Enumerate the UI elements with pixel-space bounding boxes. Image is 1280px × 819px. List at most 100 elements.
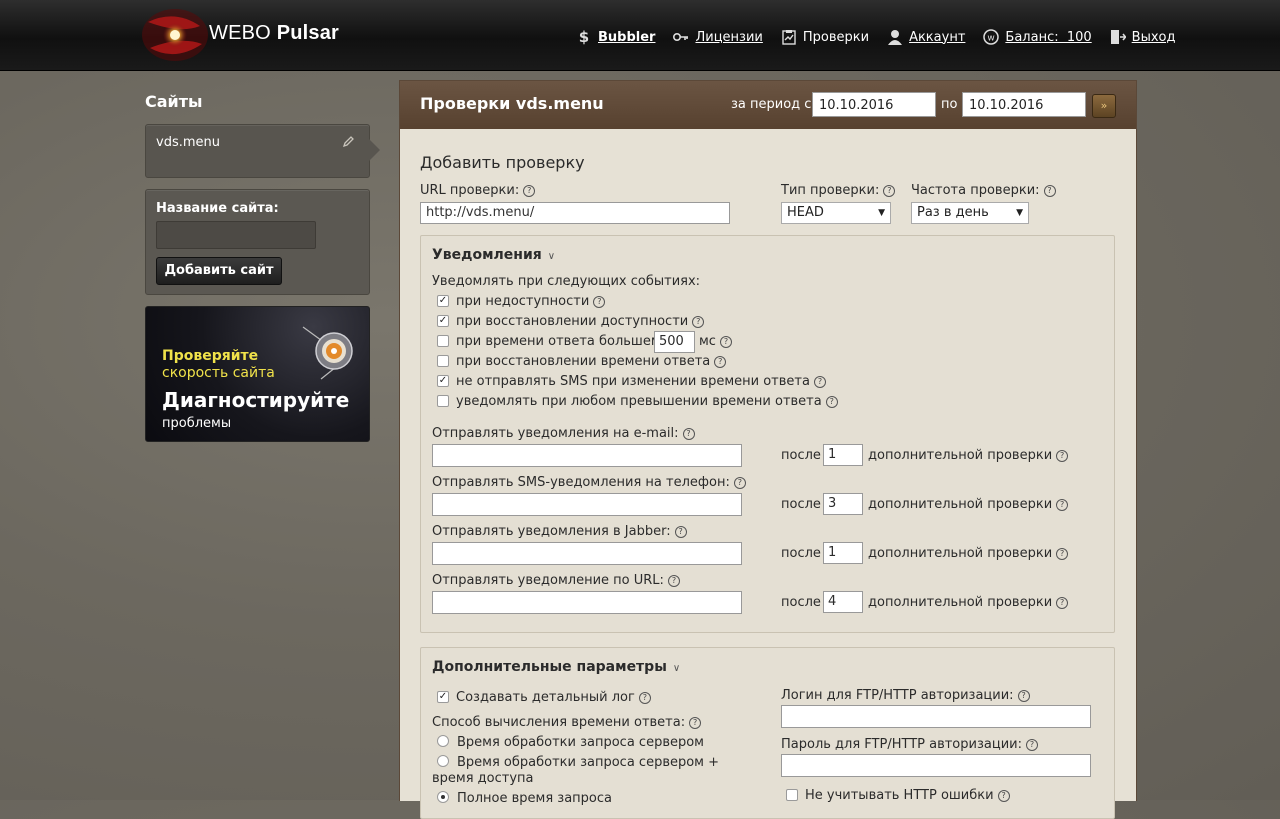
user-icon — [887, 29, 903, 45]
date-to-input[interactable]: 10.10.2016 — [962, 92, 1086, 117]
notifications-title[interactable]: Уведомления ∨ — [432, 247, 555, 263]
type-select[interactable]: HEAD ▼ — [781, 202, 891, 224]
help-icon[interactable]: ? — [1056, 449, 1069, 462]
selected-arrow — [369, 139, 380, 161]
sidebar: Сайты vds.menu Название сайта: Добавить … — [145, 88, 380, 442]
help-icon[interactable]: ? — [733, 476, 746, 489]
pencil-icon[interactable] — [342, 135, 355, 152]
help-icon[interactable]: ? — [692, 315, 705, 328]
jabber-input[interactable] — [432, 542, 742, 565]
date-from-input[interactable]: 10.10.2016 — [812, 92, 936, 117]
help-icon[interactable]: ? — [667, 574, 680, 587]
response-time-input[interactable]: 500 — [654, 331, 695, 353]
event-checkbox[interactable]: ✓ — [437, 375, 449, 387]
event-checkbox[interactable]: ✓ — [437, 315, 449, 327]
url-notify-input[interactable] — [432, 591, 742, 614]
jabber-label: Отправлять уведомления в Jabber:? — [432, 524, 687, 539]
nav-logout[interactable]: Выход — [1110, 29, 1176, 45]
frequency-select[interactable]: Раз в день ▼ — [911, 202, 1029, 224]
help-icon[interactable]: ? — [825, 395, 838, 408]
jabber-count-input[interactable]: 1 — [823, 542, 863, 564]
help-icon[interactable]: ? — [689, 716, 702, 729]
after-suffix: дополнительной проверки? — [868, 595, 1069, 610]
svg-text:w: w — [988, 34, 995, 44]
site-name-input[interactable] — [156, 221, 316, 249]
caret-down-icon: ▼ — [878, 208, 885, 218]
extra-params-title[interactable]: Дополнительные параметры ∨ — [432, 659, 680, 675]
detailed-log-checkbox[interactable]: ✓ — [437, 691, 449, 703]
top-nav: $ Bubbler Лицензии Проверки Аккаунт w Ба… — [576, 27, 1194, 47]
event-checkbox[interactable] — [437, 355, 449, 367]
caret-down-icon: ▼ — [1016, 208, 1023, 218]
detailed-log-label: Создавать детальный лог? — [456, 690, 651, 705]
help-icon[interactable]: ? — [674, 525, 687, 538]
event-checkbox[interactable] — [437, 395, 449, 407]
after-label: после — [781, 448, 821, 463]
nav-account[interactable]: Аккаунт — [887, 29, 965, 45]
help-icon[interactable]: ? — [813, 375, 826, 388]
sms-label: Отправлять SMS-уведомления на телефон:? — [432, 475, 746, 490]
url-label: URL проверки:? — [420, 183, 536, 198]
email-count-input[interactable]: 1 — [823, 444, 863, 466]
main-header: Проверки vds.menu за период с 10.10.2016… — [400, 81, 1136, 129]
url-input[interactable]: http://vds.menu/ — [420, 202, 730, 224]
sites-title: Сайты — [145, 92, 203, 111]
help-icon[interactable]: ? — [1056, 547, 1069, 560]
help-icon[interactable]: ? — [719, 335, 732, 348]
webo-coin-icon: w — [983, 29, 1000, 45]
method-option-label: Время обработки запроса сервером — [457, 735, 704, 750]
add-site-button[interactable]: Добавить сайт — [156, 257, 282, 285]
help-icon[interactable]: ? — [682, 427, 695, 440]
event-label: при времени ответа большем — [456, 334, 661, 349]
event-label: при восстановлении времени ответа? — [456, 354, 727, 369]
help-icon[interactable]: ? — [523, 184, 536, 197]
login-input[interactable] — [781, 705, 1091, 728]
url-count-input[interactable]: 4 — [823, 591, 863, 613]
password-input[interactable] — [781, 754, 1091, 777]
checklist-icon — [781, 29, 797, 45]
pulsar-logo-icon[interactable] — [140, 4, 210, 66]
top-header: WEBO Pulsar $ Bubbler Лицензии Проверки … — [0, 0, 1280, 71]
period-to-label: по — [941, 97, 958, 112]
nav-licenses[interactable]: Лицензии — [673, 29, 763, 45]
help-icon[interactable]: ? — [1017, 689, 1030, 702]
email-label: Отправлять уведомления на e-mail:? — [432, 426, 695, 441]
nav-bubbler[interactable]: $ Bubbler — [576, 28, 656, 46]
method-radio[interactable] — [437, 791, 449, 803]
help-icon[interactable]: ? — [1043, 184, 1056, 197]
sms-input[interactable] — [432, 493, 742, 516]
site-name[interactable]: vds.menu — [156, 135, 220, 150]
event-checkbox[interactable]: ✓ — [437, 295, 449, 307]
after-label: после — [781, 546, 821, 561]
event-label: уведомлять при любом превышении времени … — [456, 394, 838, 409]
promo-banner[interactable]: Проверяйте скорость сайта Диагностируйте… — [145, 306, 370, 442]
type-label: Тип проверки:? — [781, 183, 896, 198]
chevron-down-icon: ∨ — [672, 663, 681, 674]
ignore-errors-checkbox[interactable] — [786, 789, 798, 801]
after-label: после — [781, 497, 821, 512]
help-icon[interactable]: ? — [714, 355, 727, 368]
help-icon[interactable]: ? — [1025, 738, 1038, 751]
help-icon[interactable]: ? — [593, 295, 606, 308]
sms-count-input[interactable]: 3 — [823, 493, 863, 515]
unit-label: мс? — [699, 334, 732, 349]
main-panel: Проверки vds.menu за период с 10.10.2016… — [399, 80, 1137, 819]
nav-balance[interactable]: w Баланс: 100 — [983, 29, 1092, 45]
event-checkbox[interactable] — [437, 335, 449, 347]
method-option-label: Полное время запроса — [457, 791, 612, 806]
help-icon[interactable]: ? — [638, 691, 651, 704]
help-icon[interactable]: ? — [883, 184, 896, 197]
method-label: Способ вычисления времени ответа:? — [432, 715, 702, 730]
sidebar-item-site[interactable]: vds.menu — [145, 124, 380, 178]
page-title: Проверки vds.menu — [420, 94, 604, 113]
event-label: при восстановлении доступности? — [456, 314, 705, 329]
brand-name[interactable]: WEBO Pulsar — [209, 22, 339, 45]
help-icon[interactable]: ? — [1056, 498, 1069, 511]
apply-period-button[interactable]: » — [1092, 94, 1116, 118]
add-check-title: Добавить проверку — [420, 153, 585, 172]
nav-checks[interactable]: Проверки — [781, 29, 869, 45]
help-icon[interactable]: ? — [1056, 596, 1069, 609]
method-radio[interactable] — [437, 735, 449, 747]
method-option-label: Время обработки запроса сервером + время… — [432, 755, 720, 786]
email-input[interactable] — [432, 444, 742, 467]
